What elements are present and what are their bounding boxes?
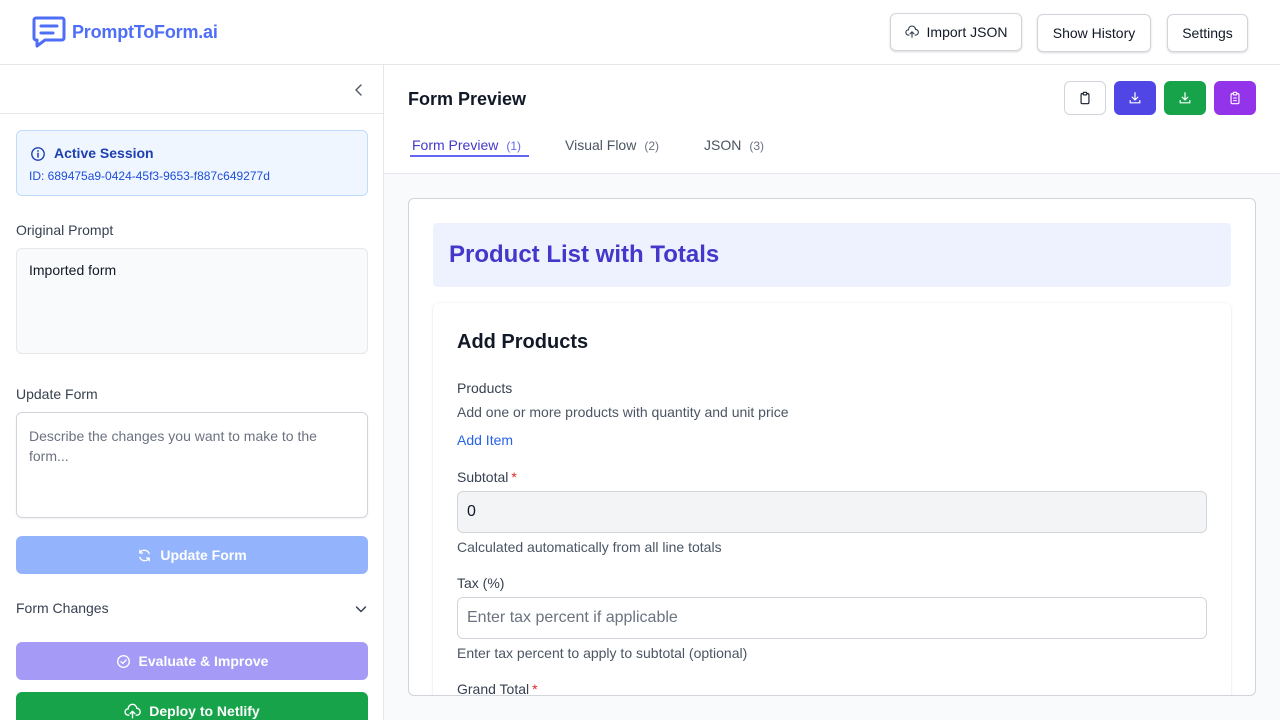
sidebar-collapse-row: [0, 65, 383, 114]
top-bar: PromptToForm.ai Import JSON Show History…: [0, 0, 1280, 65]
tab-label: Visual Flow: [565, 137, 637, 153]
update-form-label: Update Form: [16, 386, 98, 402]
tab-count: (2): [644, 139, 659, 153]
tax-input[interactable]: Enter tax percent if applicable: [457, 597, 1207, 639]
cloud-upload-icon: [124, 703, 142, 719]
products-help-text: Add one or more products with quantity a…: [457, 404, 789, 420]
products-label: Products: [457, 380, 513, 396]
form-section: Add Products Products Add one or more pr…: [433, 303, 1231, 696]
section-title: Add Products: [457, 331, 589, 353]
subtotal-input[interactable]: 0: [457, 491, 1207, 533]
grand-total-label-text: Grand Total: [457, 681, 530, 696]
tab-label: JSON: [704, 137, 742, 153]
subtotal-label-text: Subtotal: [457, 469, 509, 485]
required-asterisk: *: [532, 681, 538, 696]
tab-form-preview[interactable]: Form Preview (1): [412, 137, 521, 153]
tab-label: Form Preview: [412, 137, 499, 153]
deploy-netlify-button[interactable]: Deploy to Netlify: [16, 692, 368, 720]
form-title: Product List with Totals: [449, 241, 720, 268]
import-json-button[interactable]: Import JSON: [890, 13, 1022, 51]
download-html-button[interactable]: [1164, 81, 1206, 115]
export-button[interactable]: [1214, 81, 1256, 115]
download-button[interactable]: [1114, 81, 1156, 115]
cloud-upload-icon: [904, 25, 919, 38]
refresh-icon: [139, 549, 151, 561]
form-preview-card: Product List with Totals Add Products Pr…: [408, 198, 1256, 696]
tab-count: (3): [749, 139, 765, 153]
tab-visual-flow[interactable]: Visual Flow (2): [565, 137, 659, 153]
download-icon: [1129, 92, 1141, 104]
chat-logo-icon: [32, 16, 66, 48]
copy-button[interactable]: [1064, 81, 1106, 115]
subtotal-help-text: Calculated automatically from all line t…: [457, 539, 722, 555]
required-asterisk: *: [511, 469, 517, 485]
grand-total-label: Grand Total *: [457, 681, 538, 696]
tab-count: (1): [506, 139, 522, 153]
form-changes-toggle[interactable]: Form Changes: [16, 600, 368, 620]
clipboard-list-icon: [1230, 91, 1240, 105]
subtotal-label: Subtotal *: [457, 469, 517, 485]
update-form-button[interactable]: Update Form: [16, 536, 368, 574]
page-title: Form Preview: [408, 89, 527, 109]
active-tab-indicator: [410, 155, 529, 157]
session-id: ID: 689475a9-0424-45f3-9653-f887c649277d: [29, 169, 270, 183]
chevron-down-icon: [355, 606, 367, 613]
session-title: Active Session: [54, 145, 154, 161]
sidebar: Active Session ID: 689475a9-0424-45f3-96…: [0, 65, 384, 720]
main-panel: Form Preview Form Preview (1) Visual Flo…: [384, 65, 1280, 720]
original-prompt-label: Original Prompt: [16, 222, 114, 238]
add-item-link[interactable]: Add Item: [457, 432, 513, 448]
update-form-button-label: Update Form: [160, 547, 247, 563]
form-changes-label: Form Changes: [16, 600, 109, 616]
active-session-panel: Active Session ID: 689475a9-0424-45f3-96…: [16, 130, 368, 196]
show-history-button[interactable]: Show History: [1037, 14, 1151, 52]
download-icon: [1179, 92, 1191, 104]
evaluate-improve-label: Evaluate & Improve: [138, 653, 269, 669]
settings-button[interactable]: Settings: [1167, 14, 1248, 52]
update-form-textarea[interactable]: Describe the changes you want to make to…: [16, 412, 368, 518]
chevron-left-icon[interactable]: [350, 81, 368, 99]
brand-name: PromptToForm.ai: [72, 21, 218, 42]
clipboard-icon: [1080, 91, 1090, 105]
original-prompt-value: Imported form: [16, 248, 368, 354]
brand-logo[interactable]: PromptToForm.ai: [32, 15, 218, 49]
form-title-banner: Product List with Totals: [433, 223, 1231, 287]
tab-json[interactable]: JSON (3): [704, 137, 764, 153]
info-icon: [31, 147, 45, 161]
tax-help-text: Enter tax percent to apply to subtotal (…: [457, 645, 748, 661]
evaluate-improve-button[interactable]: Evaluate & Improve: [16, 642, 368, 680]
main-header: Form Preview Form Preview (1) Visual Flo…: [384, 65, 1280, 174]
tax-label: Tax (%): [457, 575, 505, 591]
deploy-netlify-label: Deploy to Netlify: [149, 703, 260, 719]
check-circle-icon: [116, 654, 130, 668]
import-json-label: Import JSON: [926, 24, 1008, 40]
